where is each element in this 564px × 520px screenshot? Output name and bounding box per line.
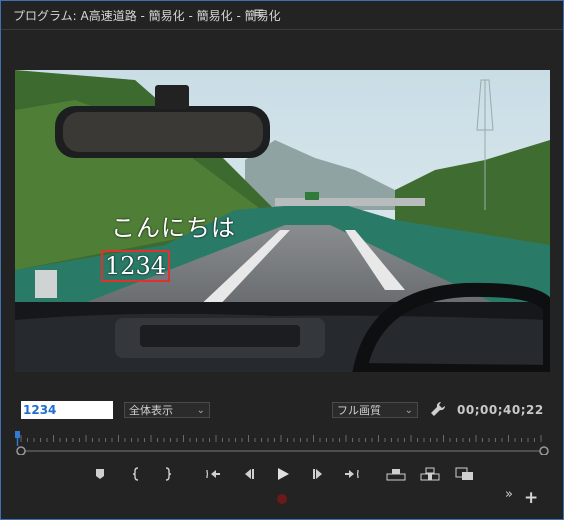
record-icon[interactable] — [277, 494, 287, 504]
go-to-out-button[interactable] — [341, 463, 363, 485]
go-to-in-button[interactable] — [202, 463, 224, 485]
hamburger-icon[interactable]: ≡ — [253, 5, 265, 21]
step-forward-icon — [313, 469, 322, 479]
selected-text-overlay[interactable]: 1234 — [101, 250, 171, 282]
wrench-icon[interactable] — [430, 401, 446, 417]
chevron-down-icon: ⌄ — [196, 405, 205, 416]
export-frame-button[interactable] — [454, 463, 476, 485]
extract-icon — [420, 467, 440, 481]
video-frame — [15, 70, 550, 372]
extract-button[interactable] — [419, 463, 441, 485]
zoom-level-select[interactable]: 全体表示 ⌄ — [124, 402, 210, 418]
title-text-overlay[interactable]: こんにちは — [111, 208, 236, 243]
go-to-in-icon — [206, 469, 220, 479]
go-to-out-icon — [345, 469, 359, 479]
mark-in-button[interactable] — [125, 463, 147, 485]
add-marker-button[interactable] — [89, 463, 111, 485]
export-frame-icon — [455, 467, 473, 480]
double-chevron-icon[interactable]: » — [505, 487, 513, 502]
panel-title[interactable]: プログラム: A高速道路 - 簡易化 - 簡易化 - 簡易化 — [13, 7, 281, 24]
playhead[interactable] — [15, 431, 20, 446]
plus-icon[interactable]: + — [524, 490, 538, 507]
panel-header: プログラム: A高速道路 - 簡易化 - 簡易化 - 簡易化 ≡ — [1, 1, 563, 30]
lift-icon — [386, 469, 406, 481]
timecode-input[interactable] — [21, 401, 113, 419]
mark-out-button[interactable] — [157, 463, 179, 485]
playback-quality-select[interactable]: フル画質 ⌄ — [332, 402, 418, 418]
step-back-button[interactable] — [238, 463, 260, 485]
program-monitor-panel: プログラム: A高速道路 - 簡易化 - 簡易化 - 簡易化 ≡ こんにちは 1… — [0, 0, 564, 520]
step-back-icon — [245, 469, 254, 479]
timeline-scrubber[interactable] — [15, 429, 550, 455]
add-marker-icon — [96, 469, 104, 479]
time-ruler — [20, 435, 542, 442]
monitor-controls: 全体表示 ⌄ フル画質 ⌄ 00;00;40;22 — [1, 399, 563, 423]
duration-timecode: 00;00;40;22 — [457, 403, 544, 417]
in-point-handle-icon[interactable] — [16, 446, 26, 455]
out-point-handle-icon[interactable] — [539, 446, 549, 455]
play-button[interactable] — [272, 463, 294, 485]
transport-controls — [1, 463, 563, 487]
chevron-down-icon: ⌄ — [404, 405, 413, 416]
lift-button[interactable] — [385, 463, 407, 485]
program-monitor-viewer[interactable]: こんにちは 1234 — [15, 70, 550, 372]
mark-out-icon — [165, 467, 172, 481]
playback-quality-value: フル画質 — [337, 404, 381, 417]
zoom-level-value: 全体表示 — [129, 404, 173, 417]
play-icon — [278, 468, 289, 480]
mark-in-icon — [132, 467, 139, 481]
step-forward-button[interactable] — [307, 463, 329, 485]
header-divider — [1, 29, 563, 30]
